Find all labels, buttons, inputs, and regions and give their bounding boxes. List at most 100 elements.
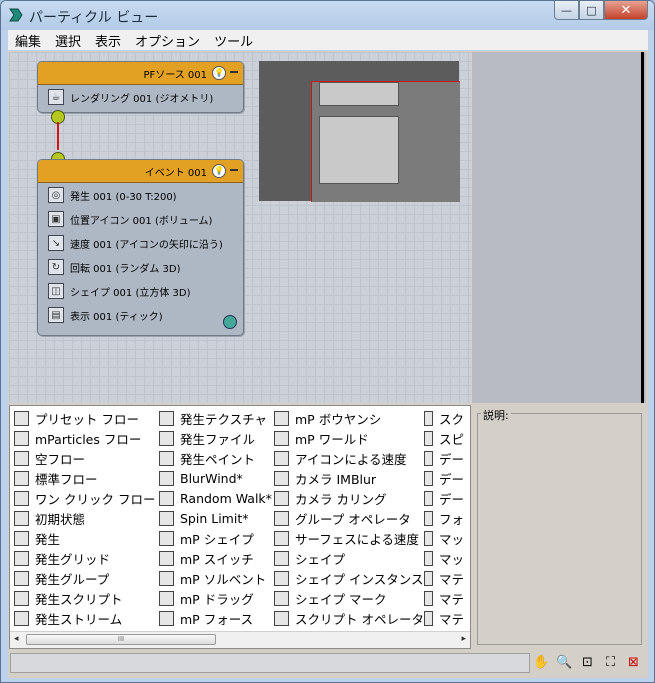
- operator-row[interactable]: ☕ レンダリング 001 (ジオメトリ): [38, 85, 243, 109]
- flow-icon: [14, 450, 29, 466]
- depot-horizontal-scrollbar[interactable]: ◂ III ▸: [10, 631, 470, 648]
- depot[interactable]: プリセット フロー mParticles フロー 空フロー 標準フロー ワン ク…: [9, 405, 471, 649]
- collapse-icon[interactable]: [230, 71, 238, 73]
- material-icon: [424, 590, 433, 606]
- depot-item[interactable]: mP フォース: [159, 608, 274, 628]
- depot-item[interactable]: 発生グリッド: [14, 548, 159, 568]
- collapse-icon[interactable]: [230, 169, 238, 171]
- scroll-right-icon[interactable]: ▸: [461, 634, 466, 644]
- status-bar: ✋ 🔍 ⊡ ⛶ ⊠: [8, 651, 648, 678]
- mapping-icon: [424, 550, 433, 566]
- birth-grid-icon: [14, 550, 29, 566]
- birth-file-icon: [159, 430, 174, 446]
- zoom-region-icon[interactable]: ⊡: [579, 654, 596, 671]
- depot-item[interactable]: カメラ カリング: [274, 488, 424, 508]
- lightbulb-icon[interactable]: 💡: [212, 66, 226, 80]
- depot-item[interactable]: 発生ファイル: [159, 428, 274, 448]
- operator-row[interactable]: ▤ 表示 001 (ティック): [38, 303, 243, 327]
- depot-item[interactable]: 標準フロー: [14, 468, 159, 488]
- depot-item[interactable]: シェイプ インスタンス: [274, 568, 424, 588]
- depot-item[interactable]: マテ: [424, 568, 464, 588]
- depot-item[interactable]: スクリプト オペレータ: [274, 608, 424, 628]
- depot-item[interactable]: デー: [424, 488, 464, 508]
- title-bar: パーティクル ビュー — □ ✕: [1, 1, 654, 30]
- depot-item[interactable]: プリセット フロー: [14, 408, 159, 428]
- depot-item[interactable]: mParticles フロー: [14, 428, 159, 448]
- depot-item[interactable]: mP ボウヤンシ: [274, 408, 424, 428]
- flow-icon: [14, 470, 29, 486]
- lightbulb-icon[interactable]: 💡: [212, 164, 226, 178]
- mp-shape-icon: [159, 530, 174, 546]
- event-node[interactable]: イベント 001 💡 ◎ 発生 001 (0-30 T:200) ▣ 位置アイコン …: [37, 159, 244, 336]
- depot-item[interactable]: mP シェイプ: [159, 528, 274, 548]
- scroll-left-icon[interactable]: ◂: [14, 634, 19, 644]
- depot-item[interactable]: 発生テクスチャ: [159, 408, 274, 428]
- minimize-button[interactable]: —: [554, 1, 579, 20]
- menu-view[interactable]: 表示: [88, 31, 128, 50]
- depot-item[interactable]: マッ: [424, 548, 464, 568]
- depot-item[interactable]: ワン クリック フロー: [14, 488, 159, 508]
- depot-item[interactable]: 空フロー: [14, 448, 159, 468]
- navigator-preview[interactable]: [259, 61, 460, 202]
- depot-item[interactable]: 発生スクリプト: [14, 588, 159, 608]
- menu-options[interactable]: オプション: [128, 31, 207, 50]
- depot-item[interactable]: 発生ペイント: [159, 448, 274, 468]
- client-area: PFソース 001 💡 ☕ レンダリング 001 (ジオメトリ) イベント 00…: [8, 51, 648, 678]
- depot-item[interactable]: Random Walk*: [159, 488, 274, 508]
- operator-row[interactable]: ◎ 発生 001 (0-30 T:200): [38, 183, 243, 207]
- depot-item[interactable]: フォ: [424, 508, 464, 528]
- force-icon: [424, 510, 433, 526]
- depot-item[interactable]: マテ: [424, 588, 464, 608]
- event-output-port[interactable]: [223, 315, 237, 329]
- depot-item[interactable]: アイコンによる速度: [274, 448, 424, 468]
- close-button[interactable]: ✕: [604, 1, 648, 20]
- depot-item[interactable]: マテ: [424, 608, 464, 628]
- menu-tools[interactable]: ツール: [207, 31, 260, 50]
- event-graph[interactable]: PFソース 001 💡 ☕ レンダリング 001 (ジオメトリ) イベント 00…: [9, 52, 471, 403]
- pan-hand-icon[interactable]: ✋: [533, 654, 550, 671]
- depot-item[interactable]: サーフェスによる速度: [274, 528, 424, 548]
- operator-row[interactable]: ▣ 位置アイコン 001 (ボリューム): [38, 207, 243, 231]
- parameters-panel[interactable]: [472, 52, 646, 403]
- event-node-header[interactable]: イベント 001 💡: [38, 160, 243, 183]
- source-node-header[interactable]: PFソース 001 💡: [38, 62, 243, 85]
- maximize-button[interactable]: □: [579, 1, 604, 20]
- no-zoom-icon[interactable]: ⊠: [625, 654, 642, 671]
- birth-group-icon: [14, 570, 29, 586]
- mp-buoyancy-icon: [274, 410, 289, 426]
- zoom-icon[interactable]: 🔍: [556, 654, 573, 671]
- depot-item[interactable]: デー: [424, 468, 464, 488]
- operator-row[interactable]: ◫ シェイプ 001 (立方体 3D): [38, 279, 243, 303]
- depot-item[interactable]: スピ: [424, 428, 464, 448]
- depot-item[interactable]: マッ: [424, 528, 464, 548]
- depot-item[interactable]: mP ドラッグ: [159, 588, 274, 608]
- depot-item[interactable]: 発生ストリーム: [14, 608, 159, 628]
- mp-world-icon: [274, 430, 289, 446]
- event-node-title: イベント 001: [144, 168, 207, 179]
- operator-row[interactable]: ↻ 回転 001 (ランダム 3D): [38, 255, 243, 279]
- menu-edit[interactable]: 編集: [8, 31, 48, 50]
- position-icon-icon: ▣: [48, 211, 64, 227]
- depot-item[interactable]: シェイプ マーク: [274, 588, 424, 608]
- operator-row[interactable]: ↘ 速度 001 (アイコンの矢印に沿う): [38, 231, 243, 255]
- depot-item[interactable]: グループ オペレータ: [274, 508, 424, 528]
- zoom-extents-icon[interactable]: ⛶: [602, 654, 619, 671]
- depot-item[interactable]: mP ソルベント: [159, 568, 274, 588]
- depot-item[interactable]: BlurWind*: [159, 468, 274, 488]
- depot-item[interactable]: 発生グループ: [14, 568, 159, 588]
- depot-item[interactable]: カメラ IMBlur: [274, 468, 424, 488]
- depot-item[interactable]: mP スイッチ: [159, 548, 274, 568]
- data-icon: [424, 470, 433, 486]
- source-node[interactable]: PFソース 001 💡 ☕ レンダリング 001 (ジオメトリ): [37, 61, 244, 113]
- depot-item[interactable]: シェイプ: [274, 548, 424, 568]
- depot-item[interactable]: Spin Limit*: [159, 508, 274, 528]
- scroll-thumb[interactable]: III: [26, 634, 216, 645]
- depot-item[interactable]: デー: [424, 448, 464, 468]
- operator-label: 回転 001 (ランダム 3D): [70, 263, 181, 275]
- menu-select[interactable]: 選択: [48, 31, 88, 50]
- depot-item[interactable]: 初期状態: [14, 508, 159, 528]
- depot-item[interactable]: スク: [424, 408, 464, 428]
- depot-item[interactable]: 発生: [14, 528, 159, 548]
- script-icon: [424, 410, 433, 426]
- depot-item[interactable]: mP ワールド: [274, 428, 424, 448]
